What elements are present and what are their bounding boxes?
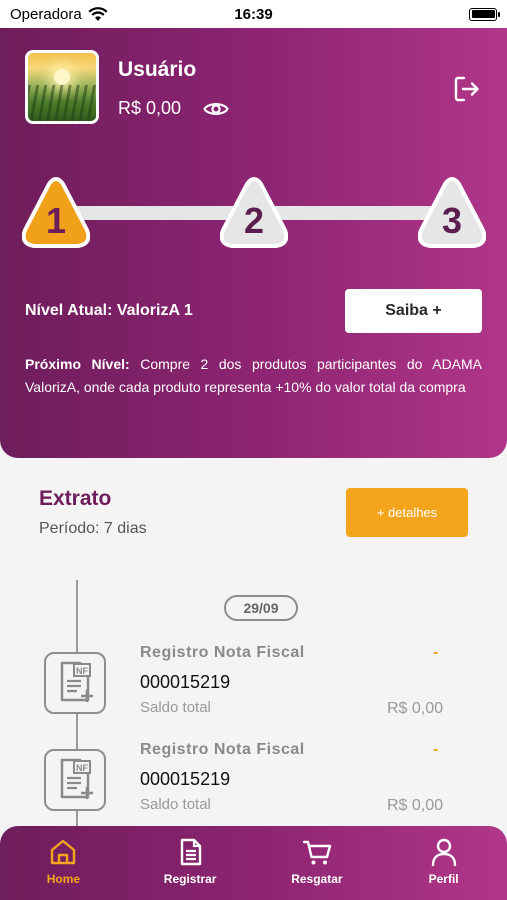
saiba-mais-button[interactable]: Saiba +	[345, 289, 482, 333]
nav-resgatar[interactable]: Resgatar	[267, 836, 367, 886]
current-level-text: Nível Atual: ValorizA 1	[25, 302, 193, 319]
nav-resgatar-label: Resgatar	[291, 872, 343, 886]
nav-perfil[interactable]: Perfil	[394, 836, 494, 886]
user-name: Usuário	[118, 58, 197, 81]
extrato-period: Período: 7 dias	[39, 520, 147, 537]
battery-icon	[469, 7, 500, 21]
level-1-number: 1	[45, 200, 67, 241]
entry-status: -	[433, 644, 439, 661]
list-item[interactable]: NF Registro Nota Fiscal - 000015219 Sald…	[0, 644, 507, 742]
entry-label: Saldo total	[140, 699, 211, 716]
nav-home-label: Home	[46, 872, 81, 886]
eye-icon[interactable]	[203, 100, 229, 118]
balance-value: R$ 0,00	[118, 98, 182, 118]
entry-title: Registro Nota Fiscal	[140, 741, 305, 758]
carrier-label: Operadora	[10, 5, 82, 23]
document-icon	[180, 838, 202, 866]
home-icon	[51, 839, 76, 865]
wifi-icon	[88, 6, 108, 21]
cart-icon	[302, 840, 332, 865]
entry-status: -	[433, 741, 439, 758]
invoice-add-icon: NF	[44, 652, 106, 714]
next-level-label: Próximo Nível:	[25, 356, 130, 372]
profile-header: Usuário R$ 0,00 1 2 3 Nível Atual: Valor…	[0, 28, 507, 458]
balance-row: R$ 0,00	[118, 98, 229, 119]
next-level-description: Próximo Nível: Compre 2 dos produtos par…	[25, 353, 482, 398]
level-2-number: 2	[243, 200, 265, 241]
invoice-add-icon: NF	[44, 749, 106, 811]
svg-text:NF: NF	[76, 666, 88, 676]
avatar[interactable]	[25, 50, 99, 124]
entry-title: Registro Nota Fiscal	[140, 644, 305, 661]
entry-label: Saldo total	[140, 796, 211, 813]
level-3-marker: 3	[418, 176, 486, 252]
entry-number: 000015219	[140, 769, 231, 789]
svg-text:NF: NF	[76, 763, 88, 773]
nav-perfil-label: Perfil	[428, 872, 459, 886]
level-1-marker: 1	[22, 176, 90, 252]
date-badge: 29/09	[224, 595, 298, 621]
nav-home[interactable]: Home	[13, 836, 113, 886]
entry-number: 000015219	[140, 672, 231, 692]
entry-value: R$ 0,00	[386, 700, 443, 717]
nav-registrar-label: Registrar	[163, 872, 217, 886]
extrato-title: Extrato	[39, 487, 112, 510]
logout-icon[interactable]	[452, 74, 482, 104]
user-icon	[431, 838, 456, 867]
entry-value: R$ 0,00	[386, 797, 443, 814]
level-3-number: 3	[441, 200, 463, 241]
details-button[interactable]: + detalhes	[346, 488, 468, 537]
bottom-nav: Home Registrar Resgatar Perfil	[0, 826, 507, 900]
level-2-marker: 2	[220, 176, 288, 252]
status-bar: Operadora 16:39	[0, 0, 507, 28]
nav-registrar[interactable]: Registrar	[140, 836, 240, 886]
